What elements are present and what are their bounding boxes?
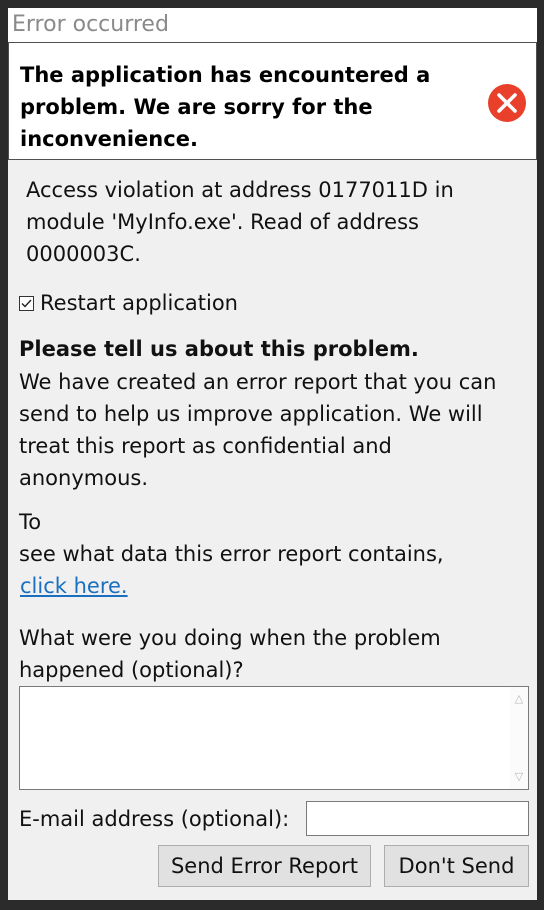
restart-checkbox[interactable]	[19, 295, 34, 311]
description-question: What were you doing when the problem hap…	[19, 626, 441, 682]
restart-checkbox-row[interactable]: Restart application	[19, 288, 238, 318]
feedback-title: Please tell us about this problem.	[19, 337, 419, 361]
description-input[interactable]	[20, 687, 510, 789]
error-dialog: Error occurred The application has encou…	[8, 8, 537, 900]
error-headline: The application has encountered a proble…	[20, 63, 431, 151]
scroll-up-icon[interactable]: △	[513, 693, 525, 705]
error-details: Access violation at address 0177011D in …	[26, 178, 454, 266]
error-circle-icon	[488, 84, 526, 122]
scroll-down-icon[interactable]: ▽	[513, 771, 525, 783]
checkmark-icon	[21, 299, 32, 308]
description-box: △ ▽	[19, 686, 529, 790]
email-label: E-mail address (optional):	[19, 807, 290, 831]
report-to-text: To	[19, 510, 42, 534]
description-scrollbar[interactable]: △ ▽	[510, 687, 528, 789]
view-report-link[interactable]: click here.	[20, 570, 128, 602]
window-title: Error occurred	[8, 8, 537, 42]
dont-send-button[interactable]: Don't Send	[384, 845, 529, 887]
error-header: The application has encountered a proble…	[8, 42, 537, 160]
send-report-button[interactable]: Send Error Report	[158, 845, 371, 887]
report-see-text: see what data this error report contains…	[19, 542, 444, 566]
email-input[interactable]	[306, 801, 529, 836]
feedback-body: We have created an error report that you…	[19, 370, 497, 490]
restart-label: Restart application	[40, 291, 238, 315]
